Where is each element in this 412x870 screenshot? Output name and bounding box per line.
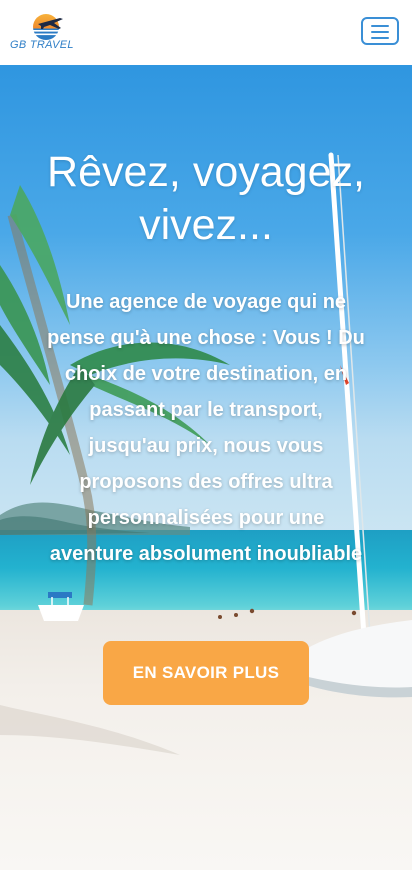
hero-description: Une agence de voyage qui ne pense qu'à u…	[47, 291, 365, 565]
hero-title: Rêvez, voyagez, vivez...	[47, 148, 365, 249]
brand-logo[interactable]: GB TRAVEL	[8, 12, 82, 54]
menu-toggle-button[interactable]	[361, 17, 399, 45]
learn-more-button[interactable]: EN SAVOIR PLUS	[103, 641, 309, 705]
sun-plane-logo-icon	[32, 14, 63, 40]
page: GB TRAVEL Rêvez, voyagez, vivez... Une a…	[0, 0, 412, 870]
brand-name: GB TRAVEL	[10, 39, 74, 51]
navbar: GB TRAVEL	[0, 0, 412, 65]
hero-section: Rêvez, voyagez, vivez... Une agence de v…	[0, 65, 412, 870]
